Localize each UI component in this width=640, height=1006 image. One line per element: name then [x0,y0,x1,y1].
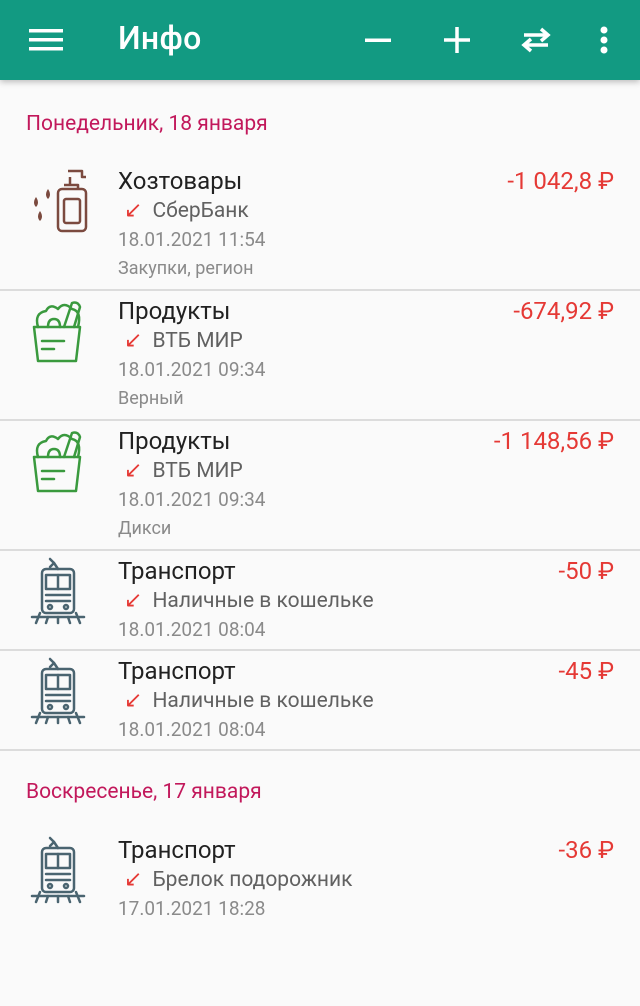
transaction-item[interactable]: Продукты -674,92 ₽ ↙ ВТБ МИР 18.01.2021 … [0,295,640,420]
menu-icon [29,29,63,51]
account-name: Наличные в кошельке [152,589,374,613]
transaction-category: Транспорт [118,557,236,585]
swap-icon [521,27,551,53]
more-options-button[interactable] [588,0,620,80]
transaction-note: Дикси [118,518,172,539]
transaction-category: Транспорт [118,657,236,685]
transaction-datetime: 17.01.2021 18:28 [118,897,266,920]
divider [0,419,640,421]
account-name: ВТБ МИР [152,329,243,353]
transaction-note: Верный [118,388,184,409]
transaction-datetime: 18.01.2021 08:04 [118,718,266,741]
account-name: Брелок подорожник [152,868,353,892]
divider [0,749,640,751]
grocery-bag-icon [32,301,82,363]
swap-button[interactable] [512,0,560,80]
transaction-account: ↙ ВТБ МИР [124,327,243,355]
transaction-amount: -50 ₽ [558,557,615,585]
plus-icon [444,27,470,53]
transaction-amount: -674,92 ₽ [513,297,614,325]
train-icon [30,557,86,625]
more-vert-icon [600,26,608,54]
transaction-account: ↙ Брелок подорожник [124,866,353,894]
expense-arrow-icon: ↙ [124,458,143,483]
minus-button[interactable] [356,0,400,80]
transaction-item[interactable]: Продукты -1 148,56 ₽ ↙ ВТБ МИР 18.01.202… [0,425,640,550]
transaction-datetime: 18.01.2021 11:54 [118,228,266,251]
transaction-item[interactable]: Транспорт -36 ₽ ↙ Брелок подорожник 17.0… [0,834,640,929]
transaction-note: Закупки, регион [118,258,254,279]
page-title: Инфо [118,19,202,57]
transaction-category: Продукты [118,297,231,325]
transaction-category: Продукты [118,427,231,455]
transaction-item[interactable]: Транспорт -50 ₽ ↙ Наличные в кошельке 18… [0,555,640,650]
date-header: Понедельник, 18 января [26,112,268,136]
date-header: Воскресенье, 17 января [26,780,262,804]
train-icon [30,657,86,725]
expense-arrow-icon: ↙ [124,328,143,353]
menu-button[interactable] [20,0,72,80]
account-name: СберБанк [152,199,249,223]
divider [0,649,640,651]
train-icon [30,836,86,904]
expense-arrow-icon: ↙ [124,688,143,713]
transaction-amount: -45 ₽ [558,657,615,685]
transaction-account: ↙ Наличные в кошельке [124,687,374,715]
transaction-datetime: 18.01.2021 08:04 [118,618,266,641]
transaction-category: Хозтовары [118,167,243,195]
plus-button[interactable] [434,0,480,80]
minus-icon [365,38,391,42]
transaction-amount: -1 148,56 ₽ [493,427,614,455]
app-bar: Инфо [0,0,640,80]
transaction-item[interactable]: Хозтовары -1 042,8 ₽ ↙ СберБанк 18.01.20… [0,165,640,290]
transaction-account: ↙ СберБанк [124,197,249,225]
transaction-account: ↙ ВТБ МИР [124,457,243,485]
divider [0,549,640,551]
expense-arrow-icon: ↙ [124,867,143,892]
expense-arrow-icon: ↙ [124,198,143,223]
expense-arrow-icon: ↙ [124,588,143,613]
transaction-amount: -1 042,8 ₽ [507,167,614,195]
household-spray-icon [34,169,88,233]
divider [0,289,640,291]
transaction-datetime: 18.01.2021 09:34 [118,358,266,381]
transaction-account: ↙ Наличные в кошельке [124,587,374,615]
transaction-category: Транспорт [118,836,236,864]
transaction-datetime: 18.01.2021 09:34 [118,488,266,511]
account-name: Наличные в кошельке [152,689,374,713]
transaction-amount: -36 ₽ [558,836,615,864]
transaction-item[interactable]: Транспорт -45 ₽ ↙ Наличные в кошельке 18… [0,655,640,750]
grocery-bag-icon [32,431,82,493]
account-name: ВТБ МИР [152,459,243,483]
